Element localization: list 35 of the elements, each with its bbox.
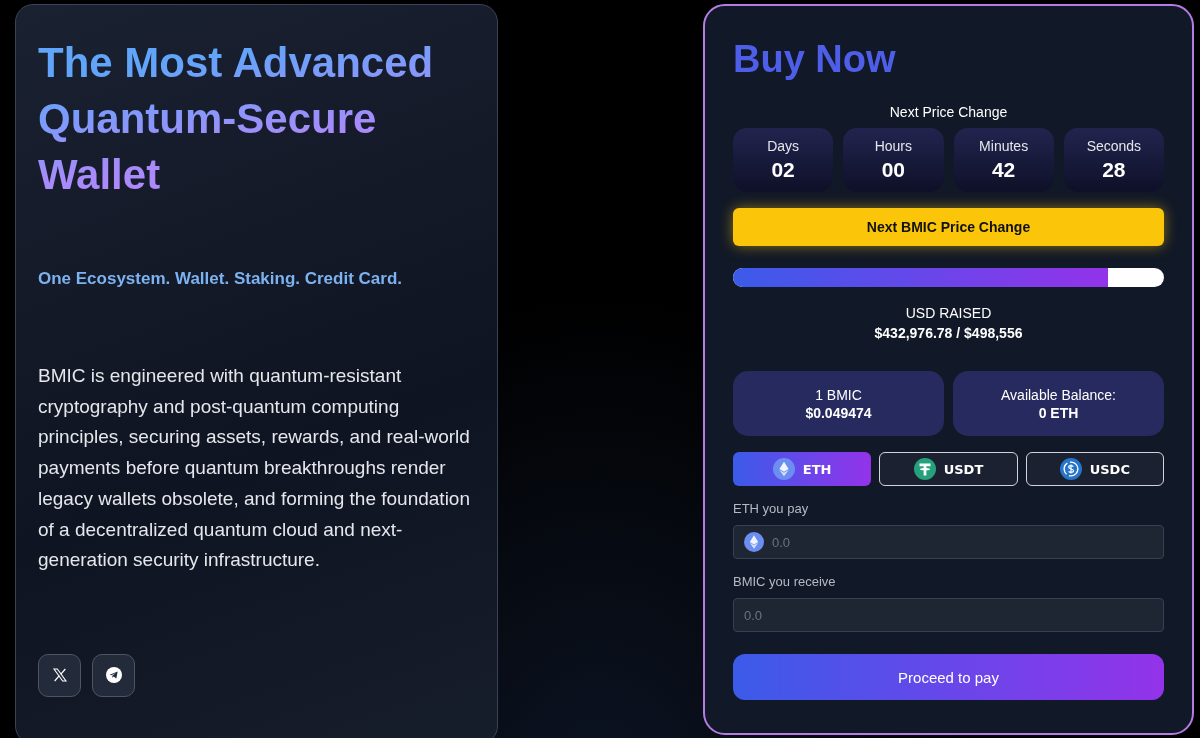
stat-label: 1 BMIC bbox=[815, 386, 862, 403]
amount-field[interactable]: 0.0 bbox=[733, 525, 1164, 559]
stat-value: 0 ETH bbox=[1038, 404, 1079, 421]
countdown-unit: Hours bbox=[874, 138, 913, 154]
countdown-value: 02 bbox=[771, 158, 795, 182]
stat-label: Available Balance: bbox=[1001, 386, 1116, 403]
field-label: BMIC you receive bbox=[733, 574, 837, 589]
tagline: One Ecosystem. Wallet. Staking. Credit Card. bbox=[38, 269, 404, 289]
x-logo-icon bbox=[51, 667, 68, 684]
countdown-value: 28 bbox=[1102, 158, 1126, 182]
dollar-coin-icon bbox=[1059, 458, 1082, 480]
description: BMIC is engineered with quantum-resistant cryptography and post-quantum computing principles, securing assets, rewards, and real-world payments before quantum breakthroughs render legacy wallets obsolete, and forming the foundation of a decentralized quantum cloud and next-generation security infrastructure. bbox=[38, 364, 471, 573]
stat-value: $0.049474 bbox=[805, 404, 872, 421]
currency-tab[interactable]: ETH bbox=[733, 452, 872, 486]
buy-title: Buy Now bbox=[733, 37, 897, 82]
currency-tab[interactable]: USDT bbox=[879, 452, 1018, 486]
ethereum-icon bbox=[744, 532, 764, 552]
countdown-value: 42 bbox=[991, 158, 1016, 182]
ethereum-icon bbox=[772, 458, 795, 480]
price-banner: Next BMIC Price Change bbox=[733, 208, 1164, 246]
countdown-unit: Days bbox=[767, 138, 800, 154]
currency-tab[interactable]: USDC bbox=[1025, 452, 1164, 486]
amount-field[interactable]: 0.0 bbox=[733, 598, 1164, 632]
raised-label: USD RAISED bbox=[904, 305, 993, 321]
countdown-unit: Minutes bbox=[979, 138, 1029, 154]
countdown-label: Next Price Change bbox=[888, 104, 1009, 120]
raised-value: $432,976.78 / $498,556 bbox=[873, 325, 1024, 341]
tether-icon bbox=[913, 458, 936, 480]
countdown-unit: Seconds bbox=[1086, 138, 1142, 154]
proceed-button[interactable]: Proceed to pay bbox=[733, 654, 1164, 700]
telegram-icon bbox=[105, 667, 122, 684]
countdown-value: 00 bbox=[881, 158, 906, 182]
x-link-button[interactable] bbox=[38, 653, 81, 697]
field-label: ETH you pay bbox=[733, 501, 810, 516]
telegram-link-button[interactable] bbox=[92, 653, 135, 697]
